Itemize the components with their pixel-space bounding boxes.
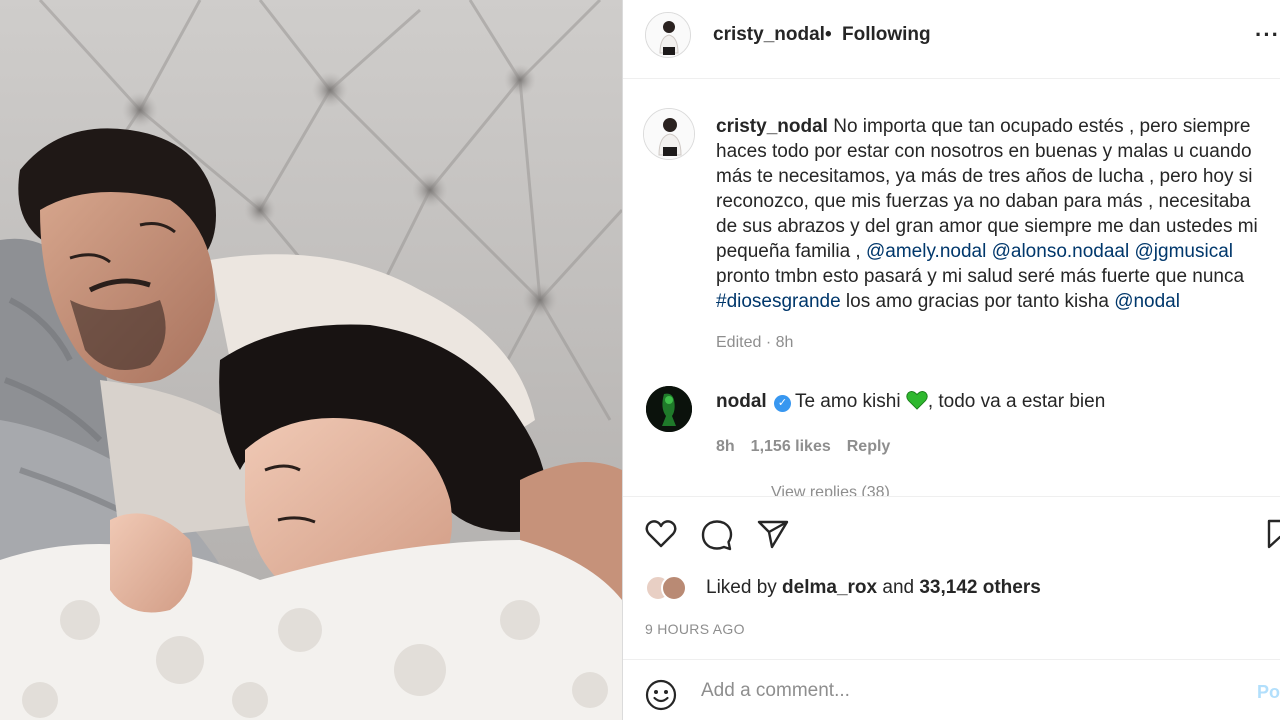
caption-edited-time: Edited · 8h	[716, 334, 794, 351]
more-horizontal-icon[interactable]: ···	[1255, 22, 1280, 48]
photo-image	[0, 0, 622, 720]
liked-by-others[interactable]: 33,142 others	[919, 577, 1040, 598]
mention-alonso[interactable]: @alonso.nodaal	[992, 241, 1130, 262]
mention-jgmusical[interactable]: @jgmusical	[1135, 241, 1233, 262]
verified-badge-icon: ✓	[773, 395, 791, 412]
comment-likes[interactable]: 1,156 likes	[751, 438, 831, 455]
post-actions: Liked by delma_rox and 33,142 others 9 H…	[623, 496, 1280, 720]
comment-item: nodal ✓ Te amo kishi , todo va a estar bi…	[716, 390, 1105, 413]
likes-summary: Liked by delma_rox and 33,142 others	[706, 577, 1041, 599]
liked-by-prefix: Liked by	[706, 577, 783, 598]
post-header: cristy_nodal • Following ···	[623, 0, 1280, 79]
comment-meta: 8h 1,156 likes Reply	[716, 438, 906, 456]
liked-by-avatars[interactable]	[645, 575, 701, 603]
post-comment-button[interactable]: Post	[1257, 682, 1280, 703]
mention-amely[interactable]: @amely.nodal	[866, 241, 986, 262]
add-comment-row: Post	[623, 659, 1280, 720]
add-comment-input[interactable]	[701, 680, 1221, 702]
post-details-panel: cristy_nodal • Following ··· cristy_noda…	[622, 0, 1280, 720]
comments-section[interactable]: cristy_nodal No importa que tan ocupado …	[623, 80, 1280, 496]
liker-avatar	[661, 575, 687, 601]
post-time-ago[interactable]: 9 HOURS AGO	[645, 621, 745, 637]
send-icon[interactable]	[757, 519, 789, 549]
comment-text-2: , todo va a estar bien	[927, 391, 1106, 412]
bookmark-icon[interactable]	[1267, 519, 1280, 549]
commenter-username[interactable]: nodal	[716, 391, 767, 412]
liked-by-middle: and	[877, 577, 920, 598]
caption-text-3: los amo gracias por tanto kisha	[840, 291, 1115, 312]
green-heart-emoji-icon	[906, 391, 928, 410]
post-caption: cristy_nodal No importa que tan ocupado …	[716, 114, 1261, 314]
comment-text-1: Te amo kishi	[794, 391, 906, 412]
heart-icon[interactable]	[645, 519, 677, 549]
caption-text-2: pronto tmbn esto pasará y mi salud seré …	[716, 266, 1245, 287]
liked-by-user[interactable]: delma_rox	[782, 577, 877, 598]
hashtag-diosesgrande[interactable]: #diosesgrande	[716, 291, 841, 312]
comment-time: 8h	[716, 438, 735, 455]
mention-nodal[interactable]: @nodal	[1114, 291, 1180, 312]
post-photo[interactable]	[0, 0, 622, 720]
view-replies-link[interactable]: View replies (38)	[771, 484, 890, 496]
author-username[interactable]: cristy_nodal	[713, 24, 825, 46]
commenter-avatar[interactable]	[646, 386, 692, 432]
caption-username[interactable]: cristy_nodal	[716, 116, 828, 137]
comment-icon[interactable]	[701, 519, 733, 551]
reply-button[interactable]: Reply	[847, 438, 891, 455]
caption-author-avatar[interactable]	[643, 108, 695, 160]
following-button[interactable]: Following	[842, 24, 931, 46]
separator-dot: •	[825, 24, 832, 45]
author-avatar[interactable]	[645, 12, 691, 58]
emoji-icon[interactable]	[645, 679, 677, 711]
